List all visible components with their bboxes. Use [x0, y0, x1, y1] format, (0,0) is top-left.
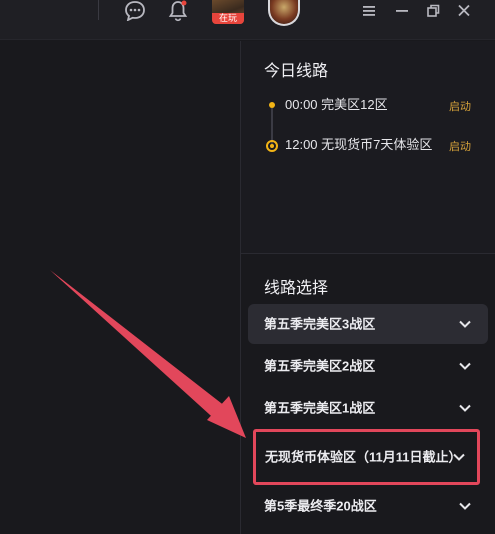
menu-icon[interactable]	[357, 0, 381, 22]
restore-icon[interactable]	[421, 0, 445, 22]
route-item-highlighted[interactable]: 无现货币体验区（11月11日截止）	[253, 429, 480, 485]
route-item-label: 第5季最终季20战区	[264, 498, 377, 514]
schedule-item-text: 00:00 完美区12区	[285, 97, 388, 112]
playing-game-thumbnail[interactable]: 在玩	[212, 0, 244, 24]
route-item-label: 第五季完美区2战区	[264, 358, 376, 374]
today-routes-title: 今日线路	[264, 63, 329, 80]
route-item[interactable]: 第5季最终季20战区	[248, 486, 488, 526]
chat-icon[interactable]	[123, 0, 147, 22]
chevron-down-icon	[453, 453, 465, 461]
route-item[interactable]: 第五季完美区2战区	[248, 346, 488, 386]
route-item-label: 第五季完美区3战区	[264, 316, 376, 332]
start-button[interactable]: 启动	[449, 98, 471, 114]
schedule-item-text: 12:00 无现货币7天体验区	[285, 137, 433, 152]
avatar[interactable]	[268, 0, 300, 26]
title-bar: 在玩	[0, 0, 495, 40]
section-divider	[241, 253, 495, 254]
chevron-down-icon	[459, 404, 471, 412]
title-bar-separator	[98, 0, 99, 20]
chevron-down-icon	[459, 320, 471, 328]
timeline-current-dot	[266, 140, 278, 152]
minimize-icon[interactable]	[390, 0, 414, 22]
playing-badge: 在玩	[212, 13, 244, 24]
timeline-line	[271, 108, 273, 144]
route-item[interactable]: 第五季完美区3战区	[248, 304, 488, 344]
route-item[interactable]: 第五季完美区1战区	[248, 388, 488, 428]
route-item-label: 第五季完美区1战区	[264, 400, 376, 416]
close-icon[interactable]	[452, 0, 476, 22]
start-button[interactable]: 启动	[449, 138, 471, 154]
timeline-dot	[269, 102, 275, 108]
chevron-down-icon	[459, 502, 471, 510]
bell-icon[interactable]	[166, 0, 190, 22]
chevron-down-icon	[459, 362, 471, 370]
main-content-area	[0, 41, 240, 534]
route-item-label: 无现货币体验区（11月11日截止）	[265, 449, 462, 465]
route-select-title: 线路选择	[264, 280, 329, 297]
